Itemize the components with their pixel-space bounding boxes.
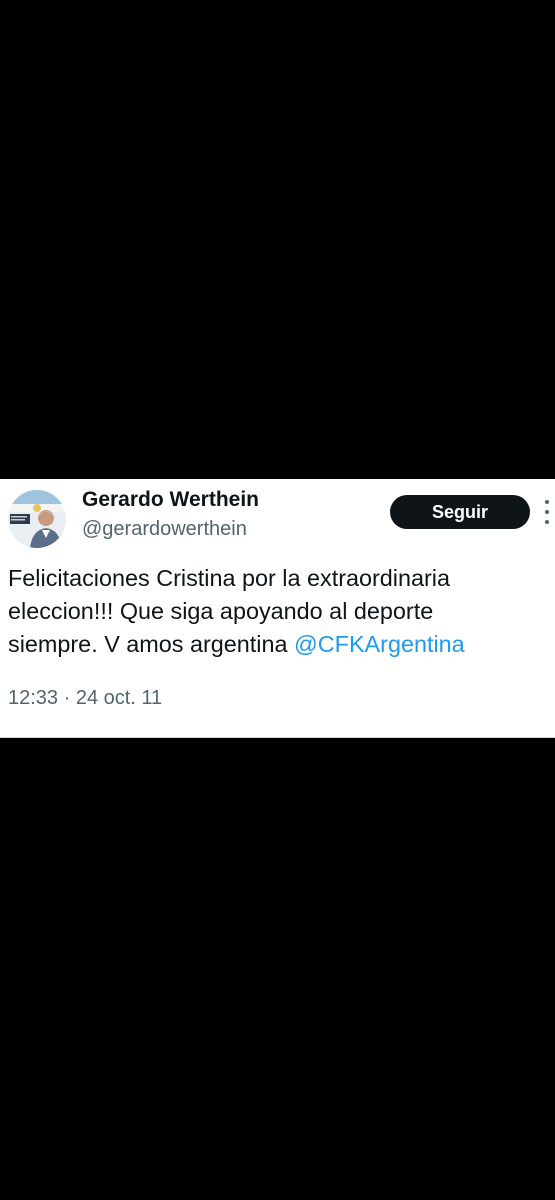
- tweet-timestamp[interactable]: 12:33 · 24 oct. 11: [8, 687, 162, 710]
- author-display-name[interactable]: Gerardo Werthein: [82, 488, 259, 512]
- more-dot: [545, 500, 549, 504]
- follow-button-label: Seguir: [431, 501, 488, 522]
- author-handle[interactable]: @gerardowerthein: [82, 518, 247, 541]
- mention-link[interactable]: @CFKArgentina: [294, 631, 465, 657]
- profile-photo-icon: [8, 490, 66, 548]
- more-dot: [545, 520, 549, 524]
- tweet-text-line: Felicitaciones Cristina por la extraordi…: [8, 565, 451, 591]
- tweet-text-line: eleccion!!! Que siga apoyando al deporte: [8, 598, 434, 624]
- tweet-text-line: siempre. V amos argentina: [8, 631, 295, 657]
- more-vertical-icon[interactable]: [544, 500, 550, 524]
- follow-button[interactable]: Seguir: [390, 495, 530, 529]
- author-avatar[interactable]: [8, 490, 66, 548]
- tweet-text: Felicitaciones Cristina por la extraordi…: [8, 562, 548, 661]
- more-dot: [545, 510, 549, 514]
- divider: [0, 737, 555, 738]
